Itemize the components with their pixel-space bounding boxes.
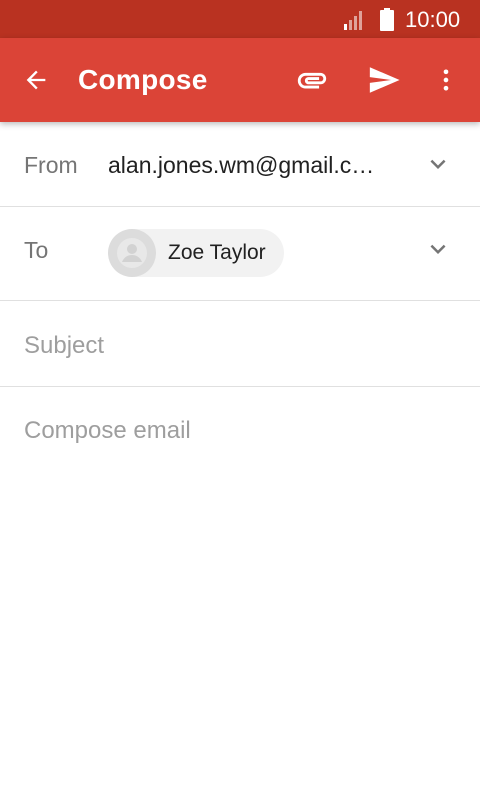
paperclip-icon <box>297 72 327 89</box>
battery-icon <box>380 8 394 31</box>
status-bar: 10:00 <box>0 0 480 38</box>
from-account[interactable]: alan.jones.wm@gmail.c… <box>108 152 388 179</box>
subject-input[interactable] <box>24 329 454 363</box>
send-button[interactable] <box>361 58 407 102</box>
more-vert-icon <box>443 69 449 91</box>
send-icon <box>369 67 400 93</box>
from-expand-button[interactable] <box>420 146 456 182</box>
to-row: To Zoe Taylor <box>0 207 480 301</box>
status-time: 10:00 <box>405 7 461 32</box>
page-title: Compose <box>78 64 208 95</box>
from-row: From alan.jones.wm@gmail.c… <box>0 122 480 207</box>
compose-screen: 10:00 Compose From alan.jones.wm@gmail.c… <box>0 0 480 800</box>
recipient-name: Zoe Taylor <box>168 241 266 264</box>
compose-body-input[interactable] <box>24 414 454 774</box>
avatar <box>108 229 156 277</box>
chevron-down-icon <box>430 159 446 169</box>
app-bar: Compose <box>0 38 480 122</box>
chevron-down-icon <box>430 244 446 254</box>
to-expand-button[interactable] <box>420 231 456 267</box>
back-button[interactable] <box>14 58 58 102</box>
cellular-signal-icon <box>344 11 362 30</box>
attach-button[interactable] <box>290 58 334 102</box>
more-options-button[interactable] <box>428 58 464 102</box>
recipient-chip[interactable]: Zoe Taylor <box>108 229 284 277</box>
arrow-back-icon <box>26 70 46 90</box>
from-label: From <box>24 152 78 178</box>
subject-row <box>0 301 480 387</box>
to-label: To <box>24 237 49 263</box>
avatar-placeholder-icon <box>117 238 147 268</box>
